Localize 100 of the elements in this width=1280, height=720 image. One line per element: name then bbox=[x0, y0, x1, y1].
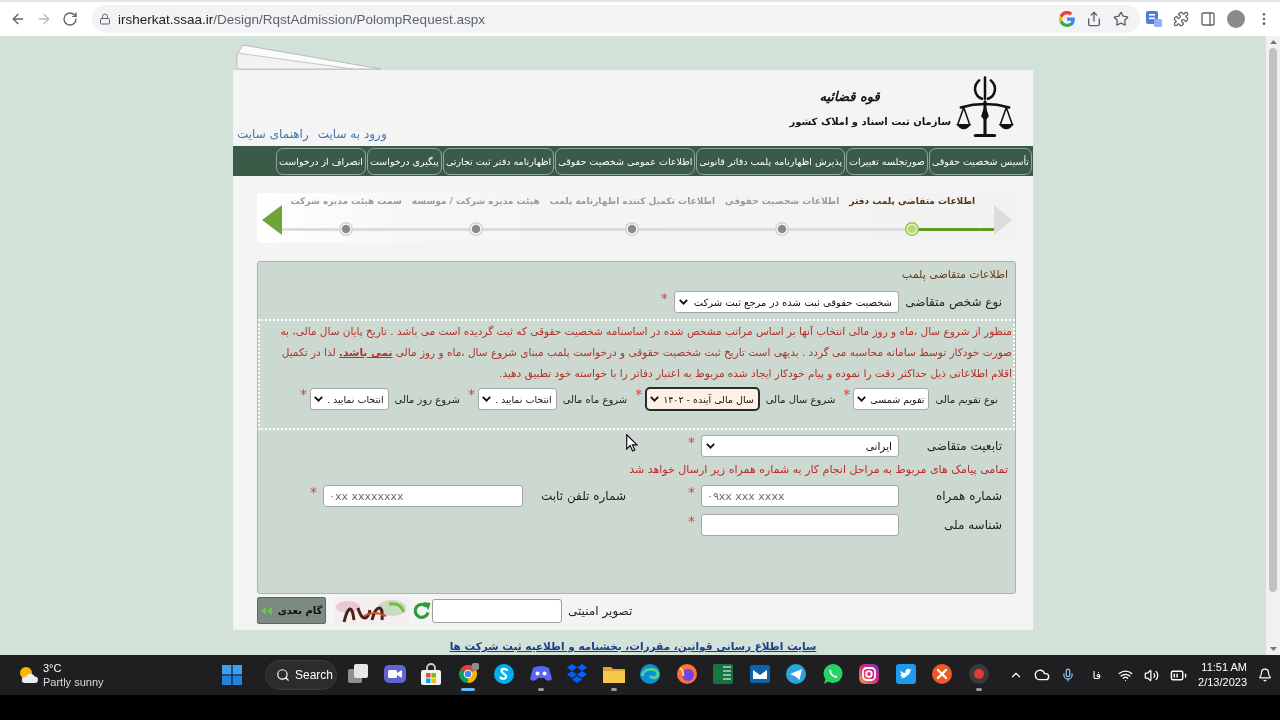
chevron-down-icon bbox=[857, 396, 867, 402]
double-arrow-left-icon bbox=[260, 606, 272, 615]
camera-square-icon[interactable] bbox=[858, 663, 881, 685]
logo-subtitle: سازمان ثبت اسناد و املاک کشور bbox=[789, 115, 951, 127]
required-asterisk: * bbox=[310, 485, 317, 499]
dropdown[interactable]: سال مالی آینده - ۱۴۰۲ bbox=[645, 387, 760, 411]
scrollbar[interactable] bbox=[1266, 36, 1280, 655]
flame-circle-icon[interactable] bbox=[675, 663, 698, 685]
scales-logo bbox=[955, 75, 1015, 140]
scroll-up-icon[interactable] bbox=[1269, 40, 1277, 44]
section-title: اطلاعات متقاضی پلمب bbox=[901, 268, 1008, 282]
nav-tab[interactable]: تأسیس شخصیت حقوقی bbox=[928, 147, 1032, 175]
paper-plane-icon[interactable] bbox=[785, 663, 808, 685]
mouse-pointer-icon bbox=[626, 434, 638, 452]
required-asterisk: * bbox=[688, 514, 695, 528]
sms-note: تمامی پیامک های مربوط به مراحل انجام کار به شماره همراه زیر ارسال خواهد شد bbox=[629, 463, 1008, 477]
required-asterisk: * bbox=[299, 387, 307, 401]
puzzle-icon[interactable] bbox=[1173, 11, 1189, 27]
required-asterisk: * bbox=[467, 387, 475, 401]
chevron-down-icon bbox=[678, 299, 688, 305]
ring-circle-icon[interactable] bbox=[456, 663, 479, 685]
nav-tab[interactable]: اظهارنامه دفتر ثبت تجارتی bbox=[442, 147, 555, 175]
record-dot-icon[interactable] bbox=[967, 663, 990, 685]
field-label: شروع روز مالی bbox=[394, 393, 460, 405]
four-squares-icon[interactable] bbox=[222, 665, 242, 685]
nav-tab[interactable]: پیگیری درخواست bbox=[367, 147, 442, 175]
dropdown[interactable]: ایرانی bbox=[701, 435, 899, 457]
sidebar-icon[interactable] bbox=[1200, 11, 1216, 27]
dropdown[interactable]: انتخاب نمایید . bbox=[477, 388, 557, 410]
field-label: شروع سال مالی bbox=[765, 393, 836, 405]
wifi-icon[interactable] bbox=[1118, 667, 1134, 683]
dropdown[interactable]: شخصیت حقوقی ثبت شده در مرجع ثبت شرکت bbox=[673, 291, 899, 313]
scrollbar-thumb[interactable] bbox=[1269, 48, 1277, 592]
input-field[interactable] bbox=[701, 514, 899, 536]
search-icon bbox=[276, 668, 290, 682]
weather-temperature: 3°C bbox=[43, 661, 63, 675]
chat-circle-icon[interactable] bbox=[493, 663, 516, 685]
arrows-circle-icon[interactable] bbox=[931, 663, 954, 685]
header-link[interactable]: ورود به سایت bbox=[317, 127, 387, 141]
field-label: شروع ماه مالی bbox=[562, 393, 628, 405]
g-logo-icon[interactable] bbox=[1059, 11, 1075, 27]
chevron-down-icon bbox=[313, 396, 323, 402]
step-label[interactable]: اطلاعات متقاضی پلمب دفتر bbox=[849, 196, 975, 210]
search-box[interactable]: Search bbox=[265, 660, 337, 690]
field-label: شماره تلفن ثابت bbox=[541, 489, 626, 503]
chevron-down-icon bbox=[706, 443, 715, 449]
notice-text: منظور از شروع سال ،ماه و روز مالی انتخاب آنها بر اساس مراتب مشخص شده در اساسنامه شخصیت حقوقی که ثبت گردیده است می باشد . تاریخ پایان سال مالی، به صورت خودکار توسط سامانه محاسبه می گردد . بدیهی است تاریخ ثبت شخصیت حقوقی و درخواست پلمب مبنای شروع سال ،ماه و روز مالی نمی باشد. لذا در تکمیل اقلام اطلاعاتی ذیل حداکثر دقت را نموده و پیام خودکار ایجاد شده مربوط به اعتبار دفاتر را با خواسته خود تطبیق دهید. bbox=[279, 324, 1012, 382]
url-text: irsherkat.ssaa.ir/Design/RqstAdmission/PolompRequest.aspx bbox=[118, 11, 485, 27]
field-label: تصویر امنیتی bbox=[568, 603, 633, 618]
dropdown[interactable]: تقویم شمسی bbox=[853, 388, 930, 410]
clock-time[interactable]: 11:51 AM bbox=[1201, 660, 1247, 675]
bell-icon[interactable] bbox=[1258, 668, 1272, 682]
mail-tile-icon[interactable] bbox=[748, 663, 771, 685]
nav-tab[interactable]: اطلاعات عمومی شخصیت حقوقی bbox=[555, 147, 696, 175]
nav-tab[interactable]: پذیرش اظهارنامه پلمب دفاتر قانونی bbox=[696, 147, 846, 175]
clock-date[interactable]: 2/13/2023 bbox=[1198, 675, 1247, 690]
logo-title: قوه قضائیه bbox=[819, 88, 880, 104]
phone-bubble-icon[interactable] bbox=[821, 663, 844, 685]
star-icon[interactable] bbox=[1113, 11, 1129, 27]
next-step-button[interactable]: گام بعدی bbox=[257, 597, 326, 624]
reload-icon[interactable] bbox=[62, 11, 78, 27]
field-label: شماره همراه bbox=[935, 489, 1002, 503]
field-label: نوع شخص متقاضی bbox=[905, 295, 1002, 309]
field-label: شناسه ملی bbox=[943, 518, 1002, 532]
header-link[interactable]: راهنمای سایت bbox=[237, 127, 309, 141]
cloud-icon[interactable] bbox=[1034, 667, 1051, 683]
sun-cloud-icon[interactable] bbox=[18, 666, 38, 684]
document-tile-icon[interactable] bbox=[1146, 11, 1162, 27]
spreadsheet-icon[interactable] bbox=[712, 663, 735, 685]
input-field[interactable]: ۰۹xx xxx xxxx bbox=[701, 485, 899, 507]
address-bar[interactable]: irsherkat.ssaa.ir/Design/RqstAdmission/PolompRequest.aspx bbox=[92, 5, 1140, 33]
microphone-icon[interactable] bbox=[1061, 668, 1076, 682]
boxes-icon[interactable] bbox=[566, 663, 589, 685]
nav-tab[interactable]: انصراف از درخواست bbox=[275, 147, 366, 175]
speaker-icon[interactable] bbox=[1144, 667, 1160, 683]
profile-avatar[interactable] bbox=[1227, 10, 1245, 28]
field-label: تابعیت متقاضی bbox=[926, 439, 1002, 453]
field-label: نوع تقویم مالی bbox=[935, 393, 998, 405]
nav-tab[interactable]: صورتجلسه تغییرات bbox=[846, 147, 928, 175]
back-icon[interactable] bbox=[10, 11, 26, 27]
swirl-circle-icon[interactable] bbox=[639, 663, 662, 685]
refresh-icon[interactable] bbox=[412, 601, 431, 620]
input-field[interactable]: ۰xx xxxxxxxx bbox=[323, 485, 523, 507]
dropdown[interactable]: انتخاب نمایید . bbox=[309, 388, 389, 410]
bird-icon[interactable] bbox=[894, 663, 917, 685]
required-asterisk: * bbox=[843, 387, 851, 401]
shopping-bag-icon[interactable] bbox=[420, 663, 443, 685]
language-indicator[interactable]: فا bbox=[1092, 668, 1102, 682]
required-asterisk: * bbox=[688, 435, 695, 449]
share-icon[interactable] bbox=[1086, 11, 1102, 27]
input-field[interactable] bbox=[432, 598, 562, 623]
footer-link[interactable]: سایت اطلاع رسانی قوانین، مقررات، بخشنامه و اطلاعیه ثبت شرکت ها bbox=[449, 640, 817, 652]
lock-icon bbox=[99, 13, 111, 25]
overlapping-squares-icon[interactable] bbox=[347, 663, 370, 685]
required-asterisk: * bbox=[688, 485, 695, 499]
scroll-down-icon[interactable] bbox=[1269, 647, 1277, 651]
required-asterisk: * bbox=[660, 291, 668, 305]
triangle-left-icon[interactable] bbox=[262, 205, 282, 235]
video-camera-icon[interactable] bbox=[383, 663, 406, 685]
weather-description: Partly sunny bbox=[43, 675, 104, 689]
